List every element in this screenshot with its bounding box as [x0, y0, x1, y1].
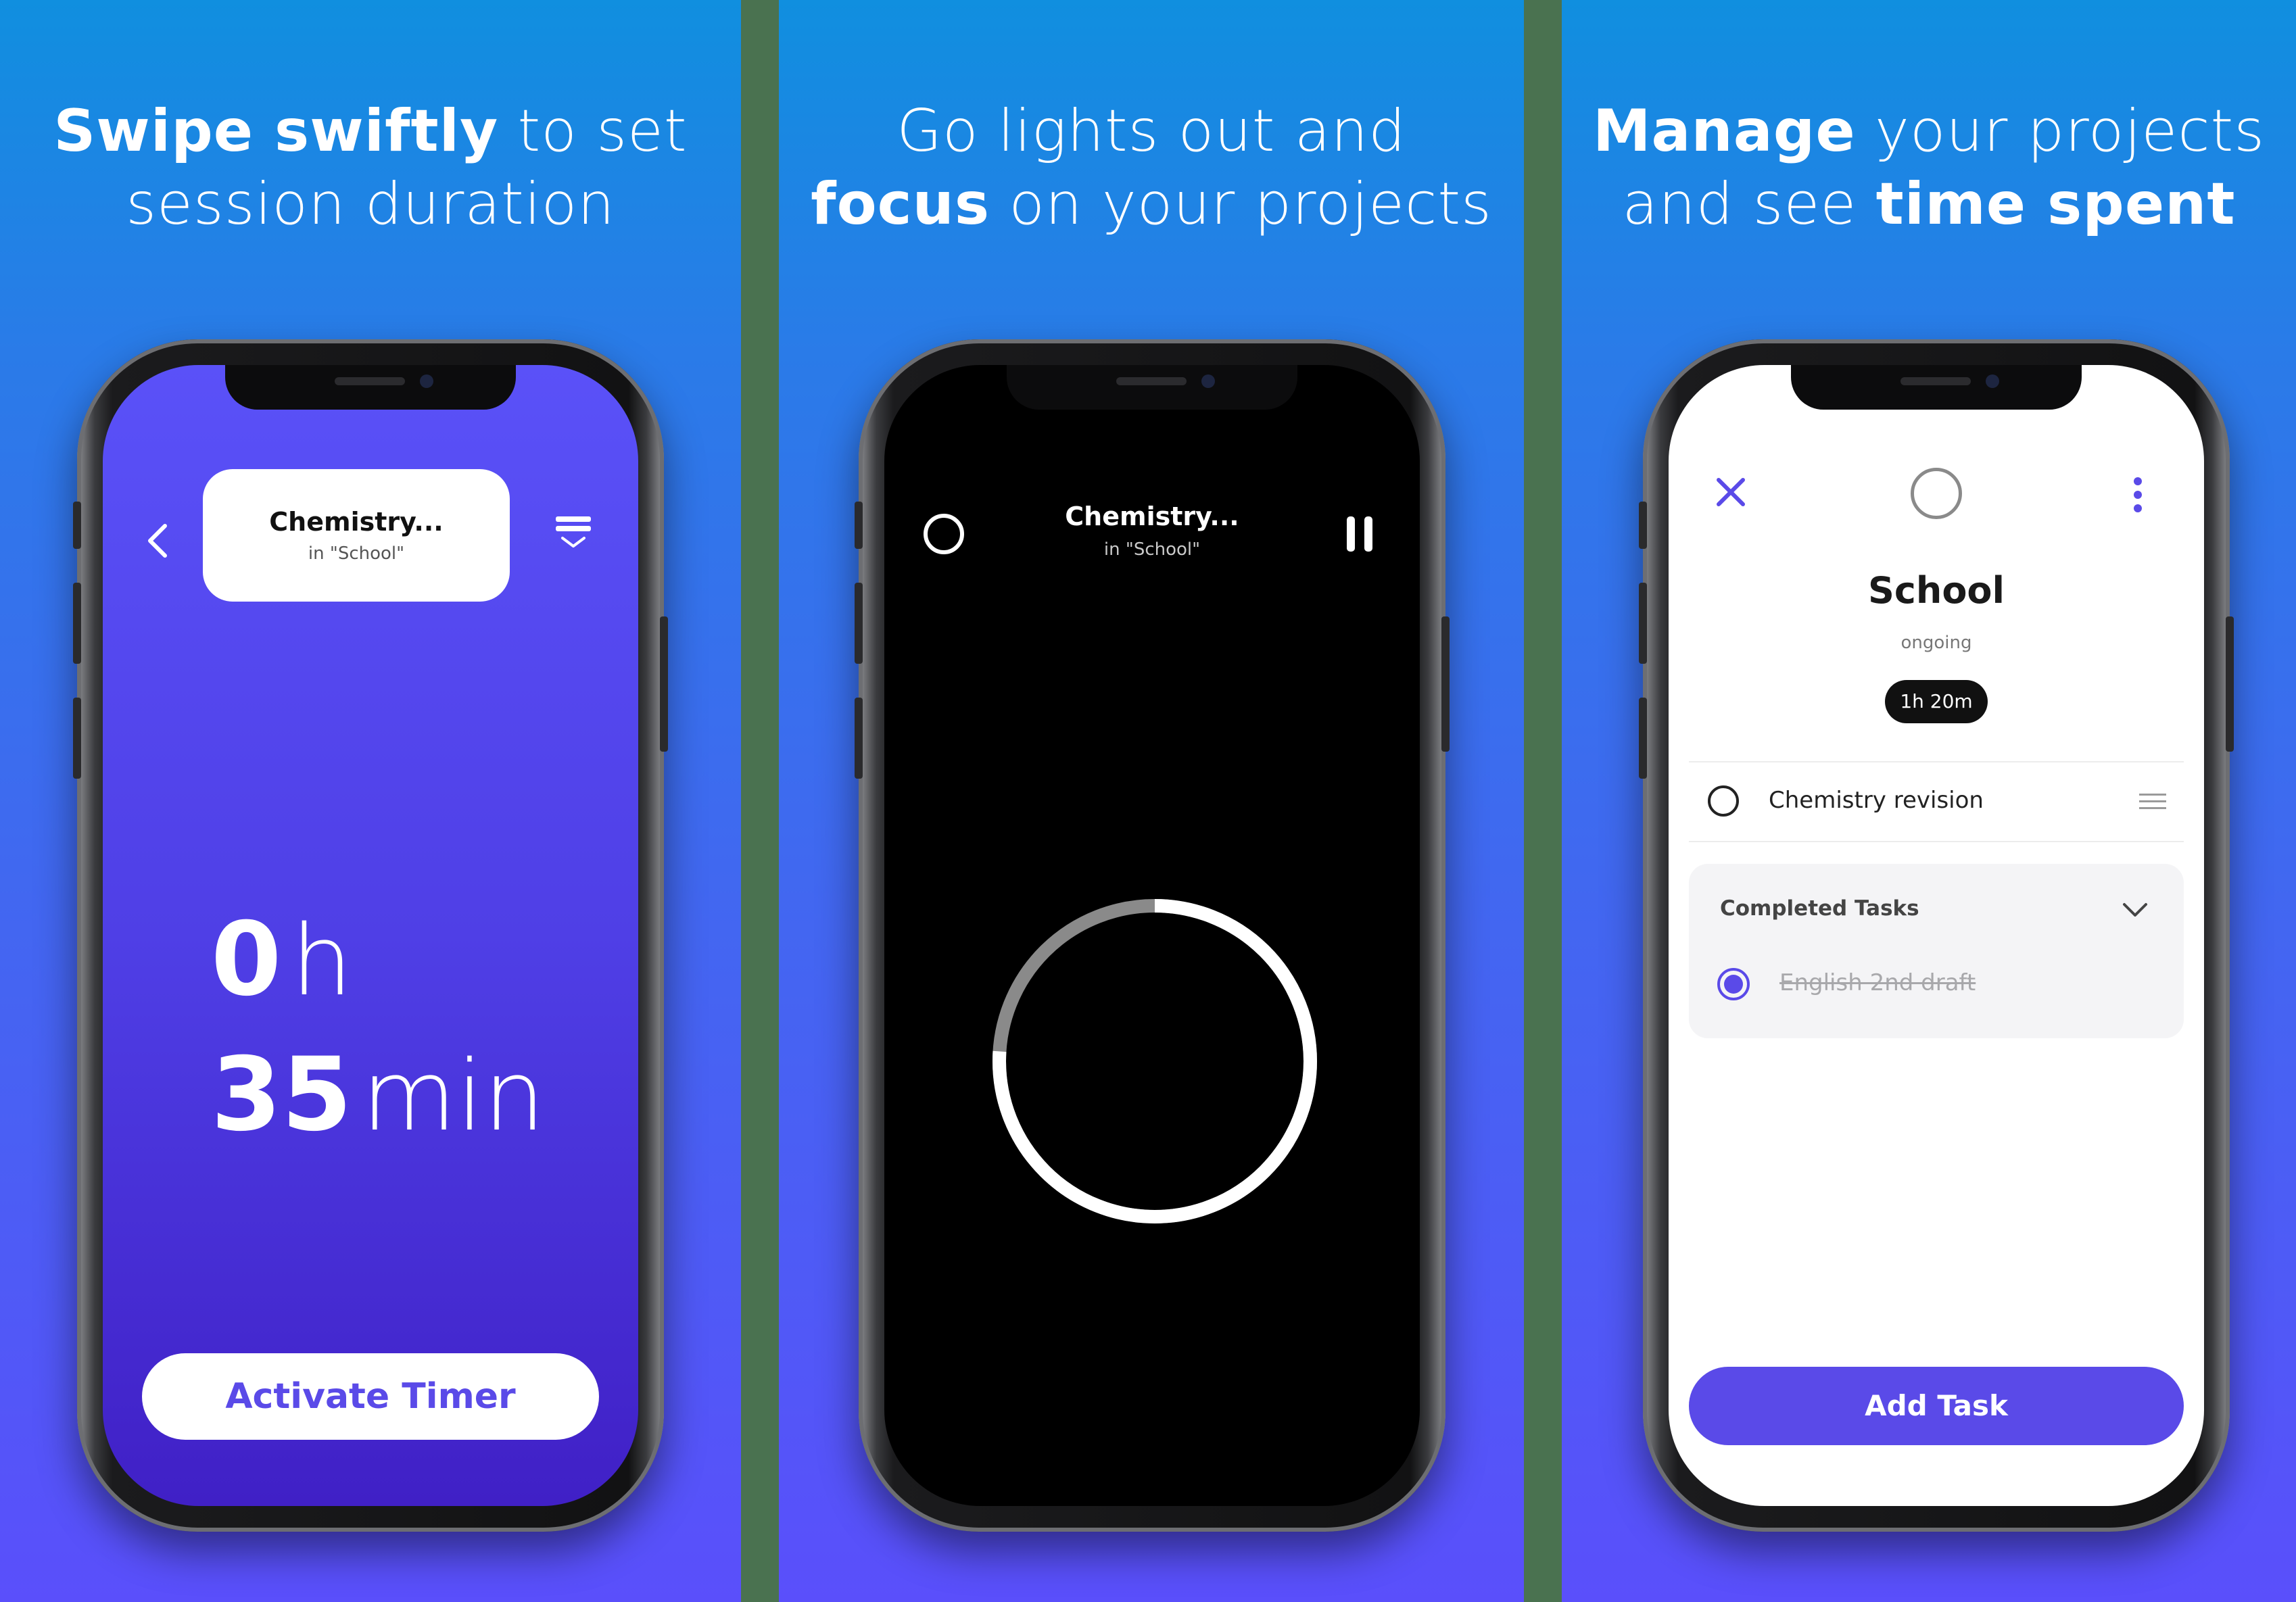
phone-notch — [225, 365, 516, 410]
completed-task-radio[interactable] — [1717, 968, 1750, 1000]
phone-side-button — [855, 502, 863, 549]
phone-mockup: Chemistry... in "School" 0h 35min Activa… — [73, 339, 668, 1532]
phone-side-button — [1639, 502, 1647, 549]
activate-timer-button[interactable]: Activate Timer — [142, 1353, 599, 1440]
more-options-icon[interactable] — [2132, 476, 2143, 514]
back-chevron-icon[interactable] — [143, 520, 170, 561]
project-subtitle: in "School" — [1103, 539, 1201, 560]
duration-picker[interactable]: 0h 35min — [211, 892, 545, 1163]
phone-side-button — [1639, 698, 1647, 779]
panel-focus-mode: Go lights out and focus on your projects… — [779, 0, 1524, 1602]
headline-text: on your projects — [990, 170, 1492, 238]
phone-mockup: School ongoing 1h 20m Chemistry revision… — [1639, 339, 2234, 1532]
list-dropdown-icon[interactable] — [554, 514, 592, 554]
phone-screen: Chemistry... in "School" 0h 35min Activa… — [103, 365, 638, 1506]
headline-manage: Manage your projects and see time spent — [1562, 95, 2296, 241]
headline-set-duration: Swipe swiftly to set session duration — [0, 95, 741, 241]
project-selector-card[interactable]: Chemistry... in "School" — [203, 469, 510, 602]
divider — [1689, 841, 2184, 842]
phone-notch — [1791, 365, 2082, 410]
session-title: Chemistry... in "School" — [884, 502, 1420, 560]
phone-mockup: Chemistry... in "School" — [855, 339, 1450, 1532]
phone-notch — [1007, 365, 1297, 410]
project-subtitle: in "School" — [308, 543, 405, 564]
phone-side-button — [855, 583, 863, 664]
headline-line2: session duration — [126, 170, 615, 238]
time-spent-badge: 1h 20m — [1885, 680, 1988, 723]
headline-bold: focus — [811, 170, 990, 238]
headline-line1: Go lights out and — [896, 97, 1406, 165]
task-label: Chemistry revision — [1769, 787, 1984, 814]
add-task-button[interactable]: Add Task — [1689, 1367, 2184, 1445]
task-checkbox[interactable] — [1708, 785, 1739, 817]
close-icon[interactable] — [1712, 473, 1750, 511]
phone-side-button — [73, 502, 81, 549]
task-row[interactable]: Chemistry revision — [1689, 761, 2184, 841]
phone-side-button — [73, 698, 81, 779]
hours-value: 0 — [211, 901, 282, 1019]
chevron-down-icon[interactable] — [2122, 902, 2149, 918]
project-title: Chemistry... — [1065, 502, 1239, 531]
panel-manage-projects: Manage your projects and see time spent … — [1562, 0, 2296, 1602]
phone-side-button — [660, 616, 668, 752]
completed-tasks-section: Completed Tasks English 2nd draft — [1689, 864, 2184, 1038]
headline-text: to set — [498, 97, 688, 165]
drag-handle-icon[interactable] — [2138, 792, 2168, 811]
headline-bold: Manage — [1592, 97, 1856, 165]
minutes-unit: min — [361, 1039, 546, 1152]
headline-bold: time spent — [1875, 170, 2236, 238]
minutes-value: 35 — [211, 1036, 352, 1154]
hours-unit: h — [291, 904, 353, 1017]
phone-side-button — [2226, 616, 2234, 752]
pause-icon[interactable] — [1344, 515, 1375, 553]
headline-bold: Swipe swiftly — [53, 97, 499, 165]
phone-side-button — [1441, 616, 1450, 752]
phone-side-button — [855, 698, 863, 779]
project-name: School — [1867, 569, 2005, 612]
headline-text: your projects — [1855, 97, 2266, 165]
phone-side-button — [73, 583, 81, 664]
focus-progress-ring — [992, 899, 1317, 1223]
phone-side-button — [1639, 583, 1647, 664]
completed-tasks-header[interactable]: Completed Tasks — [1720, 896, 1919, 921]
headline-focus: Go lights out and focus on your projects — [779, 95, 1524, 241]
phone-screen: School ongoing 1h 20m Chemistry revision… — [1669, 365, 2204, 1506]
phone-screen: Chemistry... in "School" — [884, 365, 1420, 1506]
completed-task-label: English 2nd draft — [1779, 969, 1976, 996]
project-complete-circle-icon[interactable] — [1911, 468, 1962, 519]
project-status: ongoing — [1900, 633, 1972, 653]
project-title: Chemistry... — [269, 507, 444, 537]
headline-text: and see — [1622, 170, 1876, 238]
panel-set-duration: Swipe swiftly to set session duration Ch… — [0, 0, 741, 1602]
